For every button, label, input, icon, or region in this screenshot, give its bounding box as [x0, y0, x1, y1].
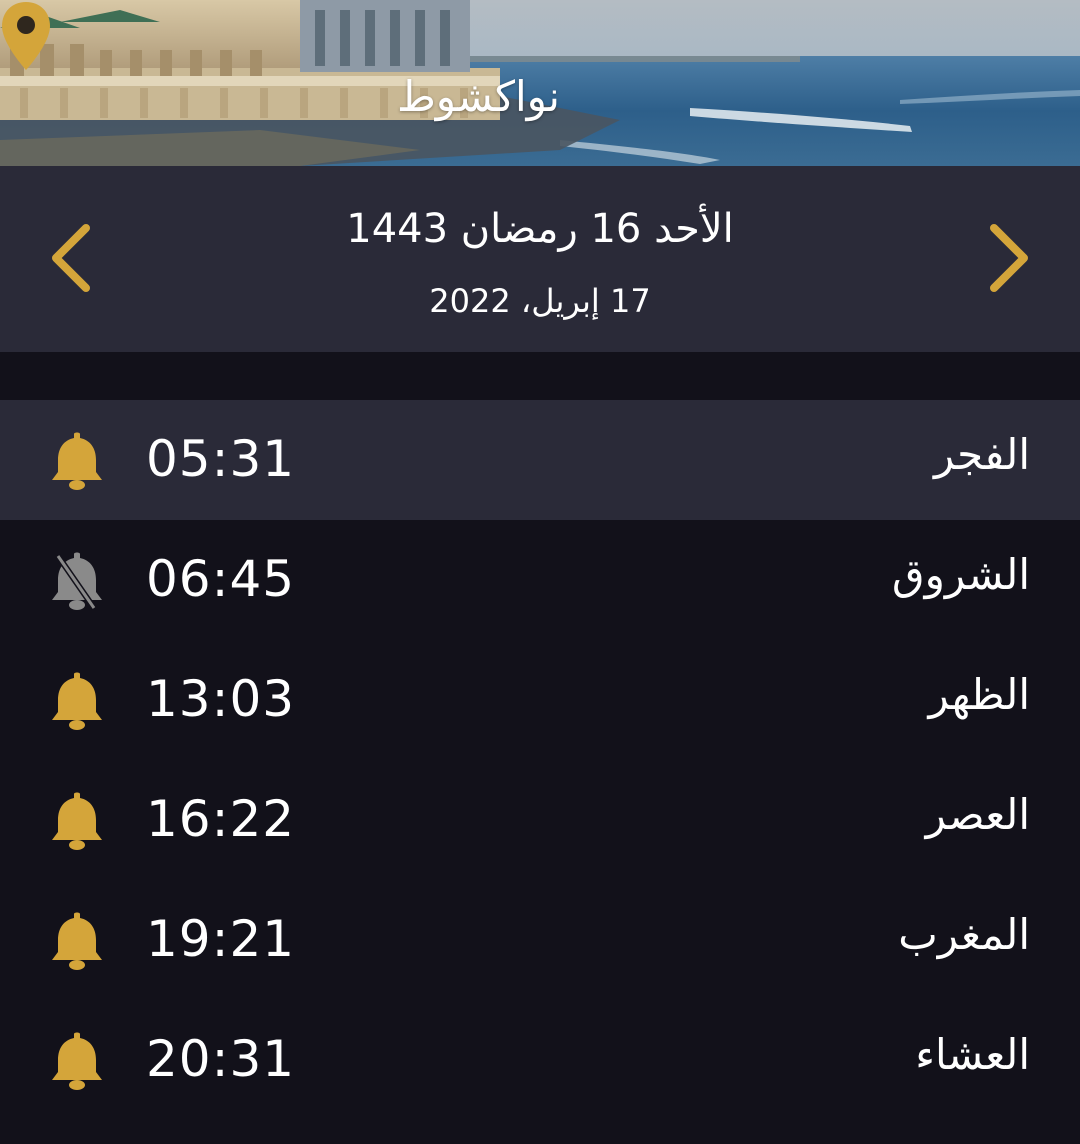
prayer-row-dhuhr[interactable]: 13:03 الظهر: [0, 640, 1080, 760]
date-navigator: الأحد 16 رمضان 1443 17 إبريل، 2022: [0, 166, 1080, 352]
previous-day-chevron-icon[interactable]: [40, 218, 104, 298]
prayer-name: الفجر: [934, 430, 1030, 479]
alarm-bell-icon[interactable]: [48, 430, 106, 492]
prayer-name: العشاء: [915, 1030, 1030, 1079]
alarm-bell-off-icon[interactable]: [48, 550, 106, 612]
prayer-row-fajr[interactable]: 05:31 الفجر: [0, 400, 1080, 520]
prayer-row-isha[interactable]: 20:31 العشاء: [0, 1000, 1080, 1120]
location-selector[interactable]: نواكشوط: [0, 0, 1080, 166]
location-name: نواكشوط: [396, 72, 560, 121]
prayer-time: 20:31: [146, 1030, 296, 1088]
prayer-times-list: 05:31 الفجر 06:45 الشروق 13:03 الظهر 16:…: [0, 400, 1080, 1120]
gregorian-date: 17 إبريل، 2022: [429, 282, 651, 320]
prayer-time: 19:21: [146, 910, 296, 968]
location-pin-icon: [2, 2, 50, 70]
prayer-name: المغرب: [898, 910, 1030, 959]
prayer-name: الشروق: [892, 550, 1030, 599]
prayer-name: الظهر: [928, 670, 1030, 719]
prayer-row-shuruq[interactable]: 06:45 الشروق: [0, 520, 1080, 640]
next-day-chevron-icon[interactable]: [976, 218, 1040, 298]
prayer-row-asr[interactable]: 16:22 العصر: [0, 760, 1080, 880]
alarm-bell-icon[interactable]: [48, 1030, 106, 1092]
alarm-bell-icon[interactable]: [48, 910, 106, 972]
hijri-date: الأحد 16 رمضان 1443: [346, 206, 734, 252]
prayer-time: 16:22: [146, 790, 296, 848]
alarm-bell-icon[interactable]: [48, 790, 106, 852]
header-banner: نواكشوط: [0, 0, 1080, 166]
prayer-time: 13:03: [146, 670, 296, 728]
prayer-row-maghrib[interactable]: 19:21 المغرب: [0, 880, 1080, 1000]
prayer-time: 06:45: [146, 550, 296, 608]
section-divider: [0, 352, 1080, 400]
prayer-name: العصر: [925, 790, 1030, 839]
prayer-time: 05:31: [146, 430, 296, 488]
alarm-bell-icon[interactable]: [48, 670, 106, 732]
